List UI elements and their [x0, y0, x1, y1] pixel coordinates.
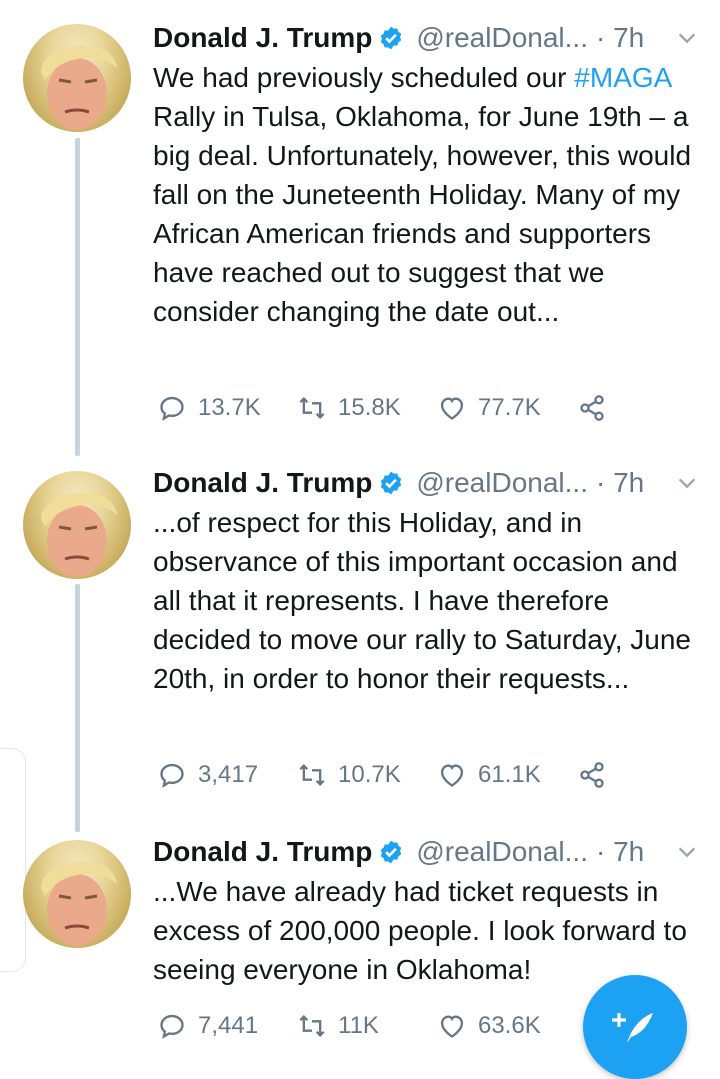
verified-badge-icon	[381, 26, 402, 50]
author-name[interactable]: Donald J. Trump	[153, 836, 372, 868]
side-panel-edge	[0, 748, 26, 972]
reply-icon	[160, 396, 184, 421]
heart-icon	[440, 764, 464, 787]
reply-icon	[160, 763, 184, 788]
retweet-button[interactable]: 15.8K	[298, 394, 438, 422]
chevron-down-icon[interactable]	[676, 27, 698, 49]
avatar[interactable]	[23, 24, 131, 132]
author-handle[interactable]: @realDonal...	[416, 22, 588, 54]
like-count: 61.1K	[478, 761, 541, 788]
like-button[interactable]: 61.1K	[438, 761, 578, 789]
author-handle[interactable]: @realDonal...	[416, 467, 588, 499]
tweet-text-part: Rally in Tulsa, Oklahoma, for June 19th …	[153, 101, 692, 327]
retweet-count: 11K	[338, 1012, 379, 1039]
thread-line	[75, 584, 80, 832]
verified-badge-icon	[381, 471, 402, 495]
reply-count: 3,417	[198, 761, 259, 788]
reply-icon	[160, 1014, 184, 1039]
timestamp: · 7h	[595, 467, 645, 498]
reply-button[interactable]: 3,417	[158, 761, 298, 789]
author-handle[interactable]: @realDonal...	[416, 836, 588, 868]
like-count: 63.6K	[478, 1012, 541, 1039]
reply-count: 13.7K	[198, 394, 261, 421]
hashtag-link[interactable]: #MAGA	[574, 62, 670, 93]
timestamp: · 7h	[595, 22, 645, 53]
compose-tweet-icon	[612, 1013, 653, 1043]
chevron-down-icon[interactable]	[676, 472, 698, 494]
share-icon	[580, 395, 604, 421]
reply-count: 7,441	[198, 1012, 259, 1039]
thread-line	[75, 138, 80, 456]
share-icon	[580, 762, 604, 788]
tweet-text: ...We have already had ticket requests i…	[153, 876, 687, 985]
retweet-count: 15.8K	[338, 394, 401, 421]
like-button[interactable]: 63.6K	[438, 1012, 578, 1040]
tweet-text: We had previously scheduled our #MAGA Ra…	[153, 58, 708, 370]
tweet-text-part: We had previously scheduled our	[153, 62, 575, 93]
author-name[interactable]: Donald J. Trump	[153, 467, 372, 499]
avatar[interactable]	[23, 840, 131, 948]
reply-button[interactable]: 7,441	[158, 1012, 298, 1040]
chevron-down-icon[interactable]	[676, 841, 698, 863]
retweet-button[interactable]: 10.7K	[298, 761, 438, 789]
share-button[interactable]	[578, 394, 606, 422]
retweet-icon	[299, 764, 325, 786]
heart-icon	[440, 397, 464, 420]
tweet-text: ...of respect for this Holiday, and in o…	[153, 507, 692, 694]
retweet-icon	[299, 1015, 325, 1037]
author-name[interactable]: Donald J. Trump	[153, 22, 372, 54]
verified-badge-icon	[381, 840, 402, 864]
retweet-icon	[299, 397, 325, 419]
retweet-count: 10.7K	[338, 761, 401, 788]
heart-icon	[440, 1015, 464, 1038]
like-button[interactable]: 77.7K	[438, 394, 578, 422]
reply-button[interactable]: 13.7K	[158, 394, 298, 422]
tweet-actions: 3,417 10.7K 61.1K	[158, 757, 638, 793]
tweet-actions: 7,441 11K 63.6K	[158, 1008, 638, 1044]
retweet-button[interactable]: 11K	[298, 1012, 438, 1040]
compose-tweet-button[interactable]	[583, 975, 687, 1079]
tweet-actions: 13.7K 15.8K 77.7K	[158, 390, 638, 426]
timestamp: · 7h	[595, 836, 645, 867]
avatar[interactable]	[23, 471, 131, 579]
share-button[interactable]	[578, 761, 606, 789]
like-count: 77.7K	[478, 394, 541, 421]
